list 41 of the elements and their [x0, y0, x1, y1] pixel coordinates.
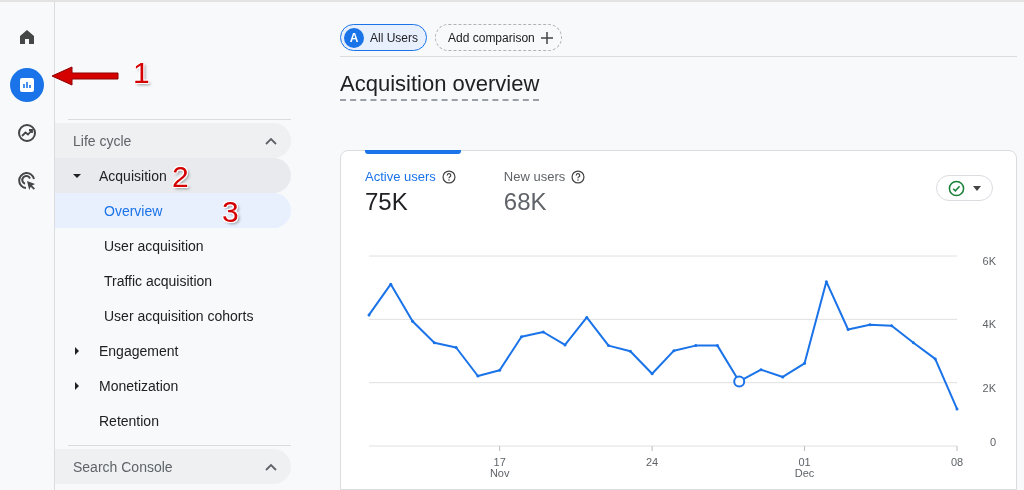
callout-number: 2 [172, 162, 189, 192]
help-icon [441, 169, 456, 184]
caret-icon [973, 185, 981, 191]
help-icon [571, 169, 586, 184]
check-circle-icon [948, 179, 965, 197]
axis-label: 08 [950, 456, 964, 468]
nav-subitem[interactable]: User acquisition cohorts [55, 298, 291, 333]
axis-label: 4K [982, 318, 996, 331]
nav-subitem[interactable]: User acquisition [55, 228, 291, 263]
bar-chart-icon [19, 77, 35, 93]
callout-number: 3 [222, 197, 239, 227]
nav-item[interactable]: Retention [55, 403, 291, 438]
arrow-callout [50, 66, 120, 86]
rail-button[interactable] [10, 68, 44, 102]
chevron-icon [265, 136, 277, 145]
nav-item[interactable]: Monetization [55, 368, 291, 403]
axis-label: 24 [646, 456, 659, 468]
trend-circle-icon [17, 123, 37, 143]
segment-badge: A [344, 27, 364, 48]
metric-tab[interactable]: Active users 75K [365, 169, 456, 216]
status-dropdown[interactable] [936, 175, 993, 201]
metric-tab[interactable]: New users 68K [503, 169, 586, 216]
triangle-icon [73, 346, 81, 355]
page-title: Acquisition overview [340, 71, 540, 101]
axis-label: 01 Dec [794, 456, 815, 479]
target-cursor-icon [17, 171, 37, 191]
section-header[interactable]: Life cycle [55, 123, 291, 158]
nav-subitem[interactable]: Traffic acquisition [55, 263, 291, 298]
nav-item[interactable]: Engagement [55, 333, 291, 368]
section-header[interactable]: Search Console [55, 449, 291, 484]
triangle-icon [73, 381, 81, 390]
chevron-icon [265, 462, 277, 471]
home-icon [18, 28, 36, 46]
segment-chip[interactable]: A All Users [340, 24, 427, 51]
plus-icon [540, 31, 553, 44]
axis-label: 2K [982, 381, 996, 394]
axis-label: 0 [989, 436, 996, 448]
callout-number: 1 [133, 58, 150, 88]
axis-label: 6K [982, 255, 996, 267]
axis-label: 17 Nov [489, 456, 510, 479]
triangle-icon [73, 171, 81, 180]
